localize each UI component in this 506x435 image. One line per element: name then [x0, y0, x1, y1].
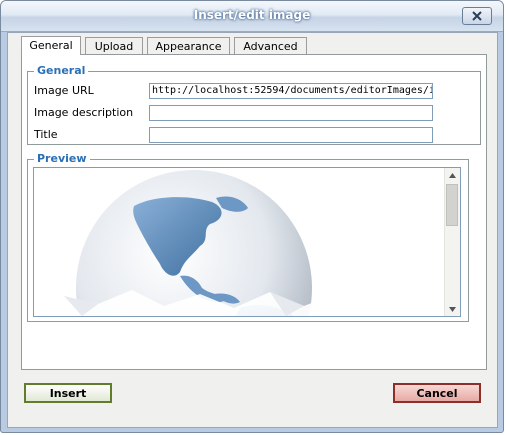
tab-advanced[interactable]: Advanced [234, 37, 307, 54]
tab-upload[interactable]: Upload [85, 37, 143, 54]
image-description-label: Image description [34, 106, 134, 119]
insert-button[interactable]: Insert [24, 383, 112, 403]
dialog-title: Insert/edit image [193, 8, 311, 22]
image-description-input[interactable] [149, 105, 433, 121]
dialog-window: Insert/edit image General Upload Appeara… [0, 0, 504, 433]
image-url-label: Image URL [34, 84, 94, 97]
title-input[interactable] [149, 127, 433, 143]
tab-general[interactable]: General [21, 36, 81, 55]
scroll-thumb[interactable] [446, 184, 458, 226]
tab-panel-general: General Image URL http://localhost:52594… [21, 54, 487, 370]
preview-area [33, 167, 461, 317]
preview-legend: Preview [34, 152, 90, 165]
tab-appearance[interactable]: Appearance [147, 37, 230, 54]
close-button[interactable] [462, 7, 492, 25]
general-fieldset: General Image URL http://localhost:52594… [27, 64, 481, 145]
title-label: Title [34, 128, 58, 141]
title-bar[interactable]: Insert/edit image [1, 1, 503, 32]
globe-image [34, 170, 324, 316]
scroll-down-arrow-icon[interactable] [445, 302, 460, 316]
preview-fieldset: Preview [27, 152, 469, 322]
preview-scrollbar[interactable] [444, 168, 460, 316]
image-url-input[interactable]: http://localhost:52594/documents/editorI… [149, 83, 433, 99]
scroll-up-arrow-icon[interactable] [445, 168, 460, 182]
cancel-button[interactable]: Cancel [393, 383, 481, 403]
dialog-body: General Upload Appearance Advanced Gener… [7, 32, 498, 428]
general-legend: General [34, 64, 89, 77]
close-icon [472, 11, 482, 21]
